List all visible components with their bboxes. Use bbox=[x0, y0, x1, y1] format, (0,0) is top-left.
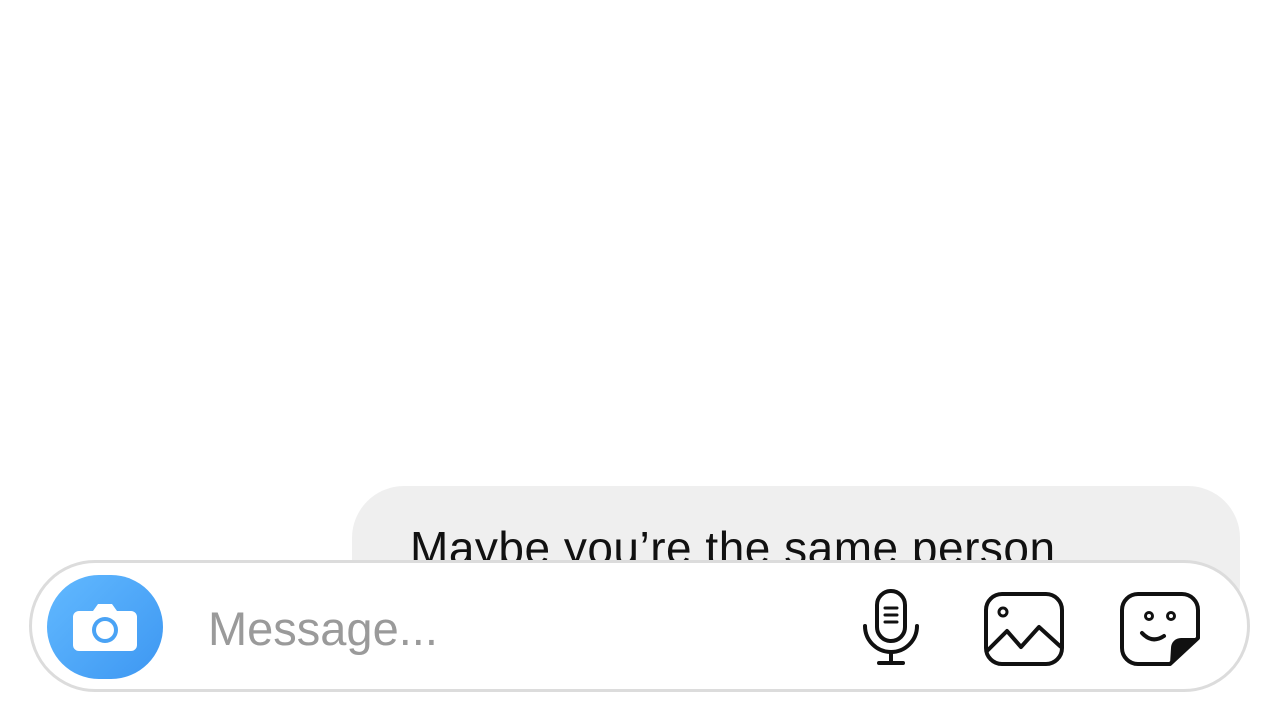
camera-icon bbox=[73, 604, 137, 651]
microphone-button[interactable] bbox=[858, 585, 924, 671]
chat-screen: Maybe you’re the same person bbox=[0, 0, 1280, 720]
camera-button[interactable] bbox=[47, 575, 163, 679]
message-input[interactable] bbox=[208, 595, 808, 661]
sticker-icon bbox=[1120, 592, 1200, 666]
sticker-button[interactable] bbox=[1118, 589, 1202, 669]
microphone-icon bbox=[863, 589, 919, 665]
gallery-button[interactable] bbox=[982, 589, 1066, 669]
message-composer bbox=[29, 560, 1250, 692]
gallery-icon bbox=[984, 592, 1064, 666]
